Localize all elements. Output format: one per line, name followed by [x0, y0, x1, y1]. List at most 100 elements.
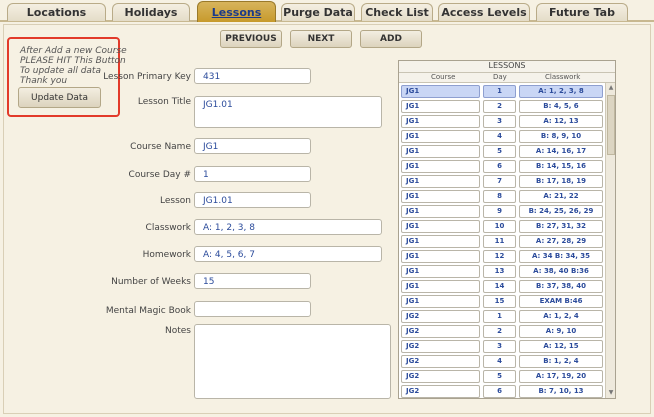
- cell-day[interactable]: 2: [483, 325, 516, 338]
- table-row[interactable]: JG2 5 A: 17, 19, 20: [401, 370, 603, 383]
- cell-classwork[interactable]: A: 1, 2, 3, 8: [519, 85, 603, 98]
- cell-course[interactable]: JG1: [401, 295, 480, 308]
- cell-classwork[interactable]: B: 37, 38, 40: [519, 280, 603, 293]
- cell-day[interactable]: 7: [483, 175, 516, 188]
- cell-classwork[interactable]: B: 14, 15, 16: [519, 160, 603, 173]
- cell-day[interactable]: 13: [483, 265, 516, 278]
- cell-day[interactable]: 14: [483, 280, 516, 293]
- table-row[interactable]: JG1 2 B: 4, 5, 6: [401, 100, 603, 113]
- tab-locations[interactable]: Locations: [7, 3, 106, 21]
- table-row[interactable]: JG1 6 B: 14, 15, 16: [401, 160, 603, 173]
- lesson-field[interactable]: JG1.01: [194, 192, 311, 208]
- notes-field[interactable]: [194, 324, 391, 399]
- cell-course[interactable]: JG1: [401, 115, 480, 128]
- number-of-weeks-field[interactable]: 15: [194, 273, 311, 289]
- cell-day[interactable]: 2: [483, 100, 516, 113]
- cell-day[interactable]: 3: [483, 115, 516, 128]
- tab-lessons[interactable]: Lessons: [197, 1, 276, 22]
- table-row[interactable]: JG1 14 B: 37, 38, 40: [401, 280, 603, 293]
- cell-day[interactable]: 8: [483, 190, 516, 203]
- cell-course[interactable]: JG1: [401, 160, 480, 173]
- table-row[interactable]: JG1 8 A: 21, 22: [401, 190, 603, 203]
- scroll-down-icon[interactable]: ▼: [606, 388, 616, 398]
- table-row[interactable]: JG1 13 A: 38, 40 B:36: [401, 265, 603, 278]
- cell-day[interactable]: 9: [483, 205, 516, 218]
- lesson-title-field[interactable]: JG1.01: [194, 96, 382, 128]
- tab-purge-data[interactable]: Purge Data: [281, 3, 355, 21]
- cell-classwork[interactable]: A: 12, 13: [519, 115, 603, 128]
- table-row[interactable]: JG1 15 EXAM B:46: [401, 295, 603, 308]
- cell-day[interactable]: 4: [483, 130, 516, 143]
- table-row[interactable]: JG2 1 A: 1, 2, 4: [401, 310, 603, 323]
- cell-classwork[interactable]: A: 17, 19, 20: [519, 370, 603, 383]
- cell-day[interactable]: 12: [483, 250, 516, 263]
- cell-classwork[interactable]: B: 7, 10, 13: [519, 385, 603, 398]
- table-row[interactable]: JG1 1 A: 1, 2, 3, 8: [401, 85, 603, 98]
- cell-classwork[interactable]: EXAM B:46: [519, 295, 603, 308]
- cell-classwork[interactable]: B: 1, 2, 4: [519, 355, 603, 368]
- classwork-field[interactable]: A: 1, 2, 3, 8: [194, 219, 382, 235]
- cell-day[interactable]: 11: [483, 235, 516, 248]
- previous-button[interactable]: PREVIOUS: [220, 30, 282, 48]
- cell-classwork[interactable]: B: 24, 25, 26, 29: [519, 205, 603, 218]
- table-row[interactable]: JG1 5 A: 14, 16, 17: [401, 145, 603, 158]
- table-row[interactable]: JG1 4 B: 8, 9, 10: [401, 130, 603, 143]
- cell-course[interactable]: JG1: [401, 220, 480, 233]
- table-row[interactable]: JG1 3 A: 12, 13: [401, 115, 603, 128]
- table-row[interactable]: JG2 6 B: 7, 10, 13: [401, 385, 603, 398]
- cell-course[interactable]: JG1: [401, 130, 480, 143]
- tab-holidays[interactable]: Holidays: [112, 3, 190, 21]
- cell-course[interactable]: JG1: [401, 205, 480, 218]
- cell-classwork[interactable]: B: 8, 9, 10: [519, 130, 603, 143]
- cell-course[interactable]: JG2: [401, 385, 480, 398]
- mental-magic-book-field[interactable]: [194, 301, 311, 317]
- cell-classwork[interactable]: B: 4, 5, 6: [519, 100, 603, 113]
- cell-classwork[interactable]: A: 38, 40 B:36: [519, 265, 603, 278]
- course-name-field[interactable]: JG1: [194, 138, 311, 154]
- tab-check-list[interactable]: Check List: [361, 3, 433, 21]
- cell-day[interactable]: 5: [483, 145, 516, 158]
- cell-classwork[interactable]: A: 12, 15: [519, 340, 603, 353]
- table-row[interactable]: JG1 10 B: 27, 31, 32: [401, 220, 603, 233]
- cell-course[interactable]: JG1: [401, 280, 480, 293]
- cell-course[interactable]: JG1: [401, 250, 480, 263]
- cell-classwork[interactable]: A: 1, 2, 4: [519, 310, 603, 323]
- table-row[interactable]: JG1 11 A: 27, 28, 29: [401, 235, 603, 248]
- table-row[interactable]: JG2 4 B: 1, 2, 4: [401, 355, 603, 368]
- table-row[interactable]: JG2 3 A: 12, 15: [401, 340, 603, 353]
- table-row[interactable]: JG1 12 A: 34 B: 34, 35: [401, 250, 603, 263]
- cell-day[interactable]: 1: [483, 85, 516, 98]
- cell-day[interactable]: 1: [483, 310, 516, 323]
- table-row[interactable]: JG1 9 B: 24, 25, 26, 29: [401, 205, 603, 218]
- cell-course[interactable]: JG2: [401, 340, 480, 353]
- update-data-button[interactable]: Update Data: [18, 87, 101, 108]
- cell-day[interactable]: 15: [483, 295, 516, 308]
- cell-day[interactable]: 6: [483, 385, 516, 398]
- cell-course[interactable]: JG1: [401, 100, 480, 113]
- cell-classwork[interactable]: B: 27, 31, 32: [519, 220, 603, 233]
- cell-course[interactable]: JG1: [401, 145, 480, 158]
- cell-course[interactable]: JG1: [401, 175, 480, 188]
- cell-classwork[interactable]: A: 21, 22: [519, 190, 603, 203]
- cell-course[interactable]: JG1: [401, 85, 480, 98]
- cell-classwork[interactable]: A: 27, 28, 29: [519, 235, 603, 248]
- cell-course[interactable]: JG1: [401, 190, 480, 203]
- cell-classwork[interactable]: A: 34 B: 34, 35: [519, 250, 603, 263]
- lessons-scrollbar[interactable]: ▲ ▼: [605, 83, 615, 398]
- cell-day[interactable]: 6: [483, 160, 516, 173]
- cell-course[interactable]: JG1: [401, 265, 480, 278]
- lesson-primary-key-field[interactable]: 431: [194, 68, 311, 84]
- cell-classwork[interactable]: B: 17, 18, 19: [519, 175, 603, 188]
- table-row[interactable]: JG2 2 A: 9, 10: [401, 325, 603, 338]
- cell-day[interactable]: 4: [483, 355, 516, 368]
- scroll-up-icon[interactable]: ▲: [606, 83, 616, 93]
- cell-day[interactable]: 3: [483, 340, 516, 353]
- table-row[interactable]: JG1 7 B: 17, 18, 19: [401, 175, 603, 188]
- cell-classwork[interactable]: A: 14, 16, 17: [519, 145, 603, 158]
- cell-day[interactable]: 10: [483, 220, 516, 233]
- tab-access-levels[interactable]: Access Levels: [438, 3, 530, 21]
- scroll-thumb[interactable]: [607, 95, 615, 155]
- homework-field[interactable]: A: 4, 5, 6, 7: [194, 246, 382, 262]
- add-button[interactable]: ADD: [360, 30, 422, 48]
- course-day-field[interactable]: 1: [194, 166, 311, 182]
